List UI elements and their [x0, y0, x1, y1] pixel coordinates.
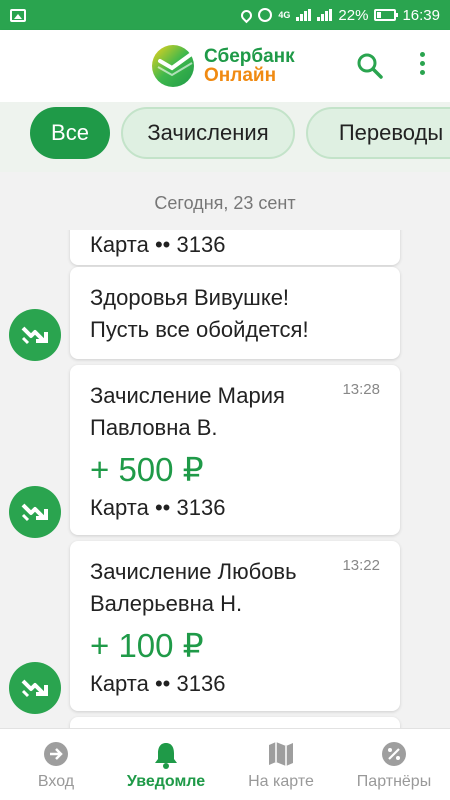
alarm-icon [258, 8, 273, 22]
card-time: 13:22 [342, 557, 380, 574]
battery-percent: 22% [338, 6, 369, 24]
search-icon [357, 53, 383, 79]
notification-card[interactable] [70, 717, 400, 728]
signal-icon-2 [317, 9, 333, 21]
nav-label: На карте [248, 773, 314, 790]
status-bar: 4G 22% 16:39 [0, 0, 450, 30]
more-dot-icon [419, 52, 425, 57]
map-icon [269, 742, 293, 766]
more-dot-icon [419, 70, 425, 75]
search-button[interactable] [356, 52, 384, 85]
location-icon [239, 7, 255, 23]
login-icon [44, 742, 68, 766]
more-menu-button[interactable] [414, 52, 430, 80]
sberbank-logo-icon [152, 45, 194, 87]
card-message-line: Пусть все обойдется! [90, 317, 309, 342]
transfer-avatar [9, 486, 61, 538]
card-title-line: Павловна В. [90, 415, 218, 440]
incoming-transfer-icon [21, 679, 48, 698]
card-account: Карта •• 3136 [90, 232, 226, 257]
app-header: Сбербанк Онлайн [0, 30, 450, 102]
card-amount: + 100 ₽ [90, 627, 204, 664]
card-title: Зачисление Мария Павловна В. [90, 380, 285, 444]
transfer-avatar [9, 662, 61, 714]
card-title-line: Зачисление Мария [90, 383, 285, 408]
bell-icon [155, 743, 177, 769]
signal-icon [296, 9, 312, 21]
nav-label: Вход [37, 773, 75, 790]
nav-item-partners[interactable]: Партнёры [338, 729, 450, 800]
card-account: Карта •• 3136 [90, 495, 226, 520]
nav-item-notifications[interactable]: Уведомле [110, 729, 222, 800]
filter-chip-transfers[interactable]: Переводы [306, 107, 450, 159]
network-type: 4G [278, 10, 291, 20]
filter-chip-income[interactable]: Зачисления [121, 107, 295, 159]
bottom-nav: Вход Уведомле На карте Партнёры [0, 728, 450, 800]
card-title-line: Зачисление Любовь [90, 559, 297, 584]
filter-chip-all[interactable]: Все [30, 107, 110, 159]
sberbank-logo: Сбербанк Онлайн [150, 43, 295, 89]
card-time: 13:28 [342, 381, 380, 398]
battery-icon [374, 9, 399, 21]
notification-card[interactable]: Карта •• 3136 [70, 230, 400, 265]
notification-card[interactable]: Здоровья Вивушке! Пусть все обойдется! [70, 267, 400, 359]
card-message-line: Здоровья Вивушке! [90, 285, 290, 310]
card-title-line: Валерьевна Н. [90, 591, 243, 616]
status-time: 16:39 [402, 6, 440, 24]
date-header: Сегодня, 23 сент [154, 193, 296, 213]
percent-icon [382, 742, 406, 766]
gallery-notification-icon [10, 8, 26, 22]
incoming-transfer-icon [21, 326, 48, 345]
filter-bar: Все Зачисления Переводы [0, 102, 450, 172]
notification-card[interactable]: Зачисление Любовь Валерьевна Н. 13:22 + … [70, 541, 400, 711]
incoming-transfer-icon [21, 503, 48, 522]
nav-item-login[interactable]: Вход [0, 729, 112, 800]
more-dot-icon [419, 61, 425, 66]
nav-item-map[interactable]: На карте [225, 729, 337, 800]
card-amount: + 500 ₽ [90, 451, 204, 488]
brand-name: Сбербанк [204, 46, 295, 67]
nav-label: Партнёры [356, 773, 432, 790]
card-account: Карта •• 3136 [90, 671, 226, 696]
notification-feed[interactable]: Карта •• 3136 Здоровья Вивушке! Пусть вс… [0, 230, 450, 728]
brand-subtitle: Онлайн [204, 65, 277, 86]
card-title: Зачисление Любовь Валерьевна Н. [90, 556, 297, 620]
nav-label: Уведомле [126, 773, 206, 790]
card-message: Здоровья Вивушке! Пусть все обойдется! [90, 282, 309, 346]
transfer-avatar [9, 309, 61, 361]
notification-card[interactable]: Зачисление Мария Павловна В. 13:28 + 500… [70, 365, 400, 535]
